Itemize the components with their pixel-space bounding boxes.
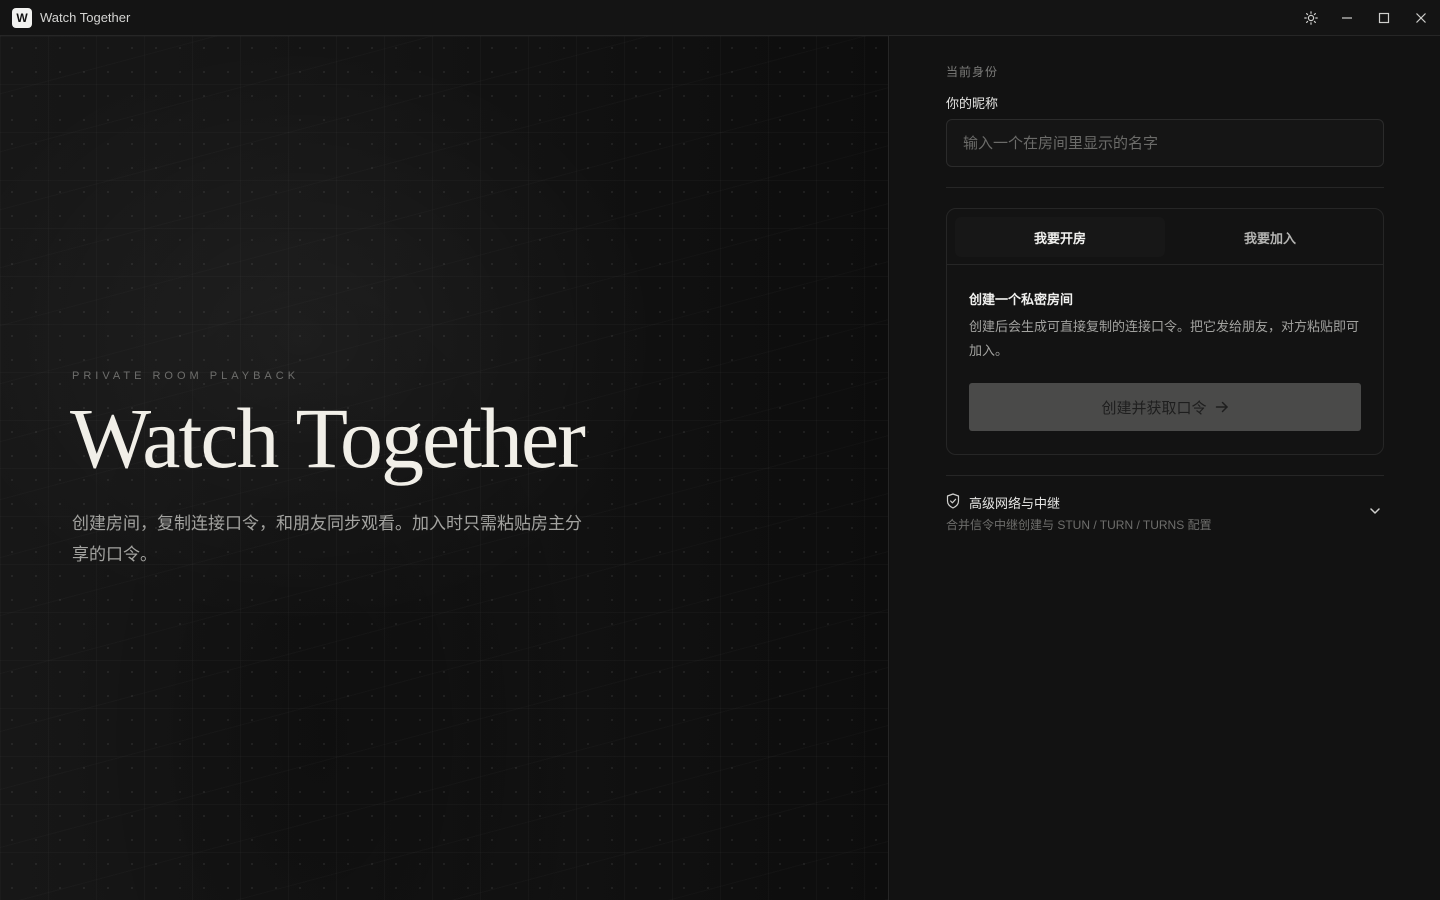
create-room-button[interactable]: 创建并获取口令 xyxy=(969,383,1361,431)
advanced-network-toggle[interactable]: 高级网络与中继 合并信令中继创建与 STUN / TURN / TURNS 配置 xyxy=(946,486,1384,536)
chevron-down-icon xyxy=(1370,508,1380,514)
window-title: Watch Together xyxy=(40,10,131,25)
tab-create-room[interactable]: 我要开房 xyxy=(955,217,1165,257)
hero-title: Watch Together xyxy=(70,390,586,486)
close-button[interactable] xyxy=(1410,7,1432,29)
room-tabs: 我要开房 我要加入 xyxy=(947,209,1383,265)
minimize-button[interactable] xyxy=(1336,7,1358,29)
advanced-network-title: 高级网络与中继 xyxy=(969,496,1061,511)
advanced-network-subtitle: 合并信令中继创建与 STUN / TURN / TURNS 配置 xyxy=(946,518,1212,532)
nickname-label: 你的昵称 xyxy=(946,96,999,111)
hero-eyebrow: PRIVATE ROOM PLAYBACK xyxy=(72,370,300,382)
maximize-icon xyxy=(1378,12,1390,24)
tab-join-room[interactable]: 我要加入 xyxy=(1165,217,1375,257)
create-room-button-label: 创建并获取口令 xyxy=(1101,399,1207,417)
hero-subtitle: 创建房间，复制连接口令，和朋友同步观看。加入时只需粘贴房主分享的口令。 xyxy=(72,514,582,564)
title-bar: W Watch Together xyxy=(0,0,1440,36)
hero-panel: PRIVATE ROOM PLAYBACK Watch Together 创建房… xyxy=(0,36,889,900)
shield-check-icon xyxy=(946,493,960,509)
control-panel: 当前身份 你的昵称 我要开房 我要加入 创建一个私密房间 创建后会生成可直接复制… xyxy=(890,36,1440,900)
card-description: 创建后会生成可直接复制的连接口令。把它发给朋友，对方粘贴即可加入。 xyxy=(969,319,1360,358)
theme-toggle-button[interactable] xyxy=(1300,7,1322,29)
minimize-icon xyxy=(1342,17,1352,19)
app-logo-icon: W xyxy=(12,8,32,28)
identity-section-label: 当前身份 xyxy=(946,65,999,79)
nickname-input[interactable] xyxy=(946,119,1384,167)
card-title: 创建一个私密房间 xyxy=(969,292,1074,307)
close-icon xyxy=(1416,13,1426,23)
room-card: 我要开房 我要加入 创建一个私密房间 创建后会生成可直接复制的连接口令。把它发给… xyxy=(946,208,1384,455)
divider xyxy=(946,187,1384,188)
arrow-right-icon xyxy=(1215,401,1228,413)
sun-icon xyxy=(1304,11,1318,25)
divider xyxy=(946,475,1384,476)
maximize-button[interactable] xyxy=(1373,7,1395,29)
